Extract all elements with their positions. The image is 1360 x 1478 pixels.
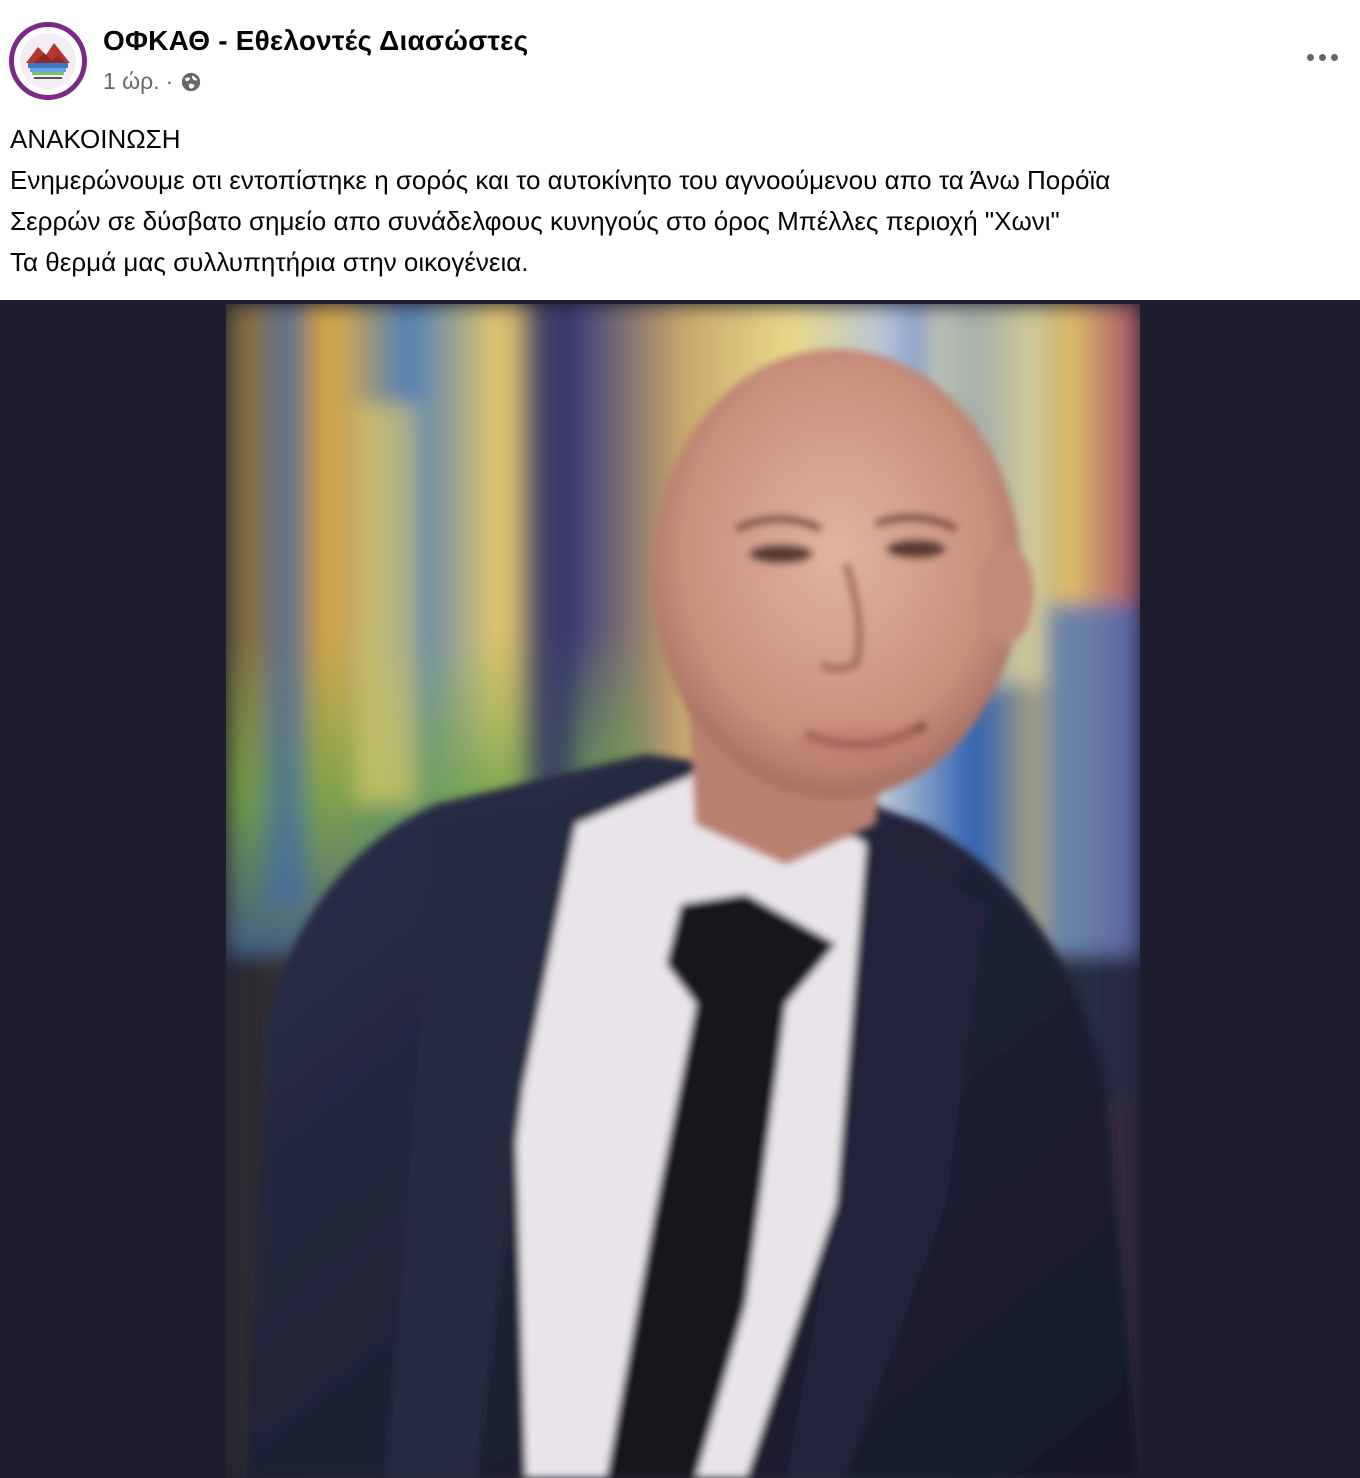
more-horizontal-icon bbox=[1306, 53, 1314, 61]
portrait-photo bbox=[226, 304, 1140, 1478]
post-text: ΑΝΑΚΟΙΝΩΣΗ Ενημερώνουμε οτι εντοπίστηκε … bbox=[10, 119, 1350, 283]
meta-separator: · bbox=[165, 68, 174, 94]
post-text-line: ΑΝΑΚΟΙΝΩΣΗ bbox=[10, 124, 181, 154]
post-text-line: Ενημερώνουμε οτι εντοπίστηκε η σορός και… bbox=[10, 165, 1111, 195]
post-timestamp[interactable]: 1 ώρ. bbox=[103, 68, 160, 95]
post-meta: 1 ώρ. · bbox=[103, 68, 202, 95]
post-text-line: Σερρών σε δύσβατο σημείο απο συνάδελφους… bbox=[10, 206, 1060, 236]
post-photo[interactable] bbox=[226, 304, 1140, 1478]
globe-icon[interactable] bbox=[180, 71, 202, 93]
more-options-button[interactable] bbox=[1302, 42, 1342, 72]
page-avatar[interactable] bbox=[9, 22, 87, 100]
post-header: ΟΦΚΑΘ - Εθελοντές Διασώστες 1 ώρ. · bbox=[0, 0, 1360, 110]
organization-logo bbox=[20, 33, 76, 89]
more-dot bbox=[1318, 53, 1326, 61]
page-name-link[interactable]: ΟΦΚΑΘ - Εθελοντές Διασώστες bbox=[103, 25, 528, 57]
post-media[interactable] bbox=[0, 300, 1360, 1478]
more-dot bbox=[1330, 53, 1338, 61]
facebook-post: ΟΦΚΑΘ - Εθελοντές Διασώστες 1 ώρ. · ΑΝΑΚ… bbox=[0, 0, 1360, 1478]
post-text-line: Τα θερμά μας συλλυπητήρια στην οικογένει… bbox=[10, 247, 529, 277]
